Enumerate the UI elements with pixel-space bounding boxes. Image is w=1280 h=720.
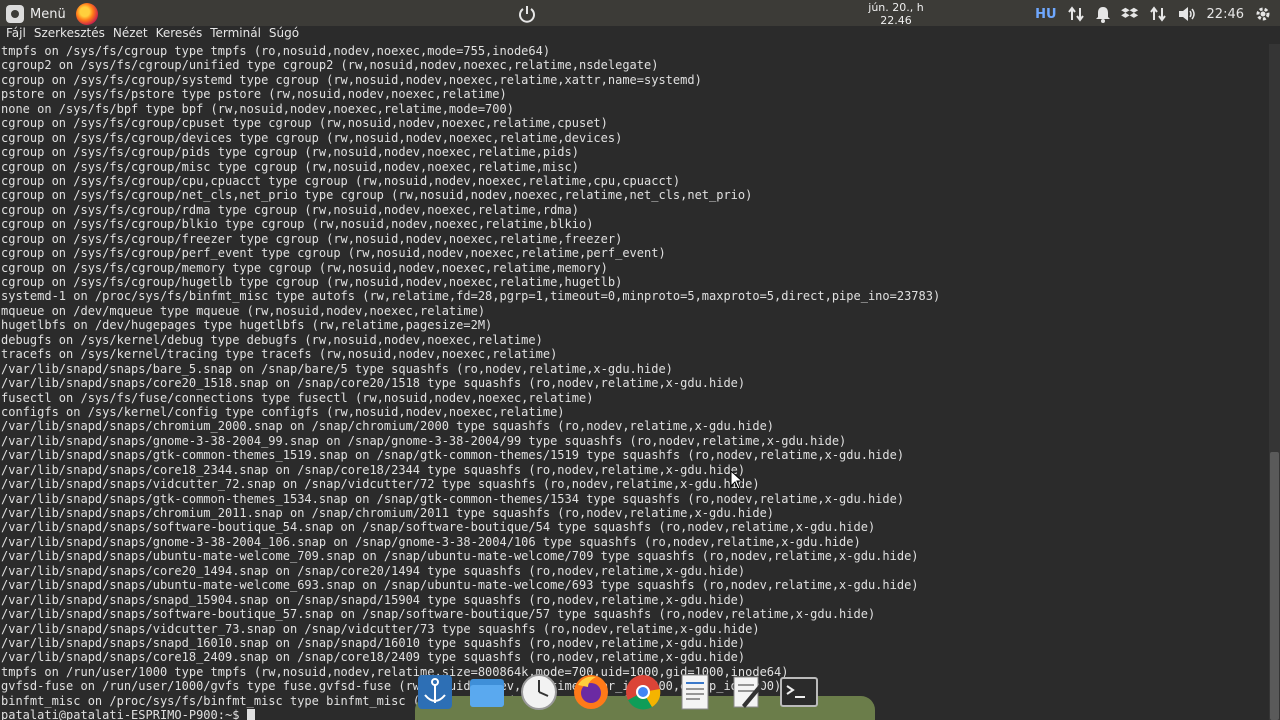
power-icon[interactable] (517, 4, 537, 24)
terminal-output-area[interactable]: tmpfs on /sys/fs/cgroup type tmpfs (ro,n… (0, 44, 1268, 720)
dock (414, 671, 820, 713)
mouse-pointer-icon (730, 470, 744, 490)
terminal-line: /var/lib/snapd/snaps/core18_2409.snap on… (1, 650, 746, 665)
terminal-line: /var/lib/snapd/snaps/software-boutique_5… (1, 607, 876, 622)
pen-icon[interactable] (726, 671, 768, 713)
notifications-bell-icon[interactable] (1095, 5, 1111, 23)
terminal-line: cgroup on /sys/fs/cgroup/cpuset type cgr… (1, 116, 608, 131)
menu-search[interactable]: Keresés (156, 26, 203, 42)
terminal-line: cgroup on /sys/fs/cgroup/freezer type cg… (1, 231, 623, 246)
menu-help[interactable]: Súgó (269, 26, 299, 42)
terminal-line: mqueue on /dev/mqueue type mqueue (rw,no… (1, 303, 486, 318)
menu-label: Menü (30, 6, 66, 22)
terminal-line: cgroup on /sys/fs/cgroup/misc type cgrou… (1, 159, 579, 174)
system-tray: HU 22:46 (1035, 0, 1272, 28)
terminal-line: /var/lib/snapd/snaps/snapd_16010.snap on… (1, 635, 746, 650)
menu-terminal[interactable]: Terminál (210, 26, 261, 42)
terminal-line: cgroup on /sys/fs/cgroup/hugetlb type cg… (1, 275, 623, 289)
terminal-line: /var/lib/snapd/snaps/vidcutter_72.snap o… (1, 477, 760, 492)
files-icon[interactable] (466, 671, 508, 713)
terminal-line: /var/lib/snapd/snaps/gtk-common-themes_1… (1, 448, 905, 463)
terminal-line: /var/lib/snapd/snaps/chromium_2011.snap … (1, 506, 775, 520)
dropbox-icon[interactable] (1120, 5, 1139, 23)
terminal-line: /var/lib/snapd/snaps/vidcutter_73.snap o… (1, 621, 760, 636)
terminal-line: /var/lib/snapd/snaps/gtk-common-themes_1… (1, 491, 905, 506)
volume-icon[interactable] (1177, 5, 1197, 23)
anchor-icon[interactable] (414, 671, 456, 713)
terminal-line: hugetlbfs on /dev/hugepages type hugetlb… (1, 318, 493, 333)
terminal-line: cgroup on /sys/fs/cgroup/rdma type cgrou… (1, 202, 579, 217)
terminal-line: /var/lib/snapd/snaps/software-boutique_5… (1, 520, 876, 535)
terminal-line: systemd-1 on /proc/sys/fs/binfmt_misc ty… (1, 289, 941, 304)
terminal-lines: tmpfs on /sys/fs/cgroup type tmpfs (ro,n… (1, 44, 940, 720)
menu-file[interactable]: Fájl (6, 26, 26, 42)
terminal-line: cgroup on /sys/fs/cgroup/perf_event type… (1, 246, 666, 261)
terminal-line: fusectl on /sys/fs/fuse/connections type… (1, 390, 594, 405)
scrollbar-thumb[interactable] (1270, 452, 1279, 720)
terminal-scrollbar[interactable] (1269, 44, 1280, 720)
update-arrows-icon[interactable] (1149, 5, 1167, 23)
terminal-line: cgroup on /sys/fs/cgroup/memory type cgr… (1, 260, 608, 275)
text-editor-icon[interactable] (674, 671, 716, 713)
terminal-line: /var/lib/snapd/snaps/ubuntu-mate-welcome… (1, 549, 919, 564)
terminal-line: /var/lib/snapd/snaps/ubuntu-mate-welcome… (1, 578, 919, 593)
terminal-line: /var/lib/snapd/snaps/core18_2344.snap on… (1, 462, 746, 477)
menu-edit[interactable]: Szerkesztés (34, 26, 105, 42)
terminal-line: cgroup on /sys/fs/cgroup/devices type cg… (1, 130, 623, 145)
terminal-line: /var/lib/snapd/snaps/gnome-3-38-2004_99.… (1, 433, 847, 448)
firefox-launcher-icon[interactable] (75, 3, 98, 25)
terminal-line: /var/lib/snapd/snaps/gnome-3-38-2004_106… (1, 534, 861, 549)
terminal-line: cgroup on /sys/fs/cgroup/blkio type cgro… (1, 217, 594, 232)
chrome-icon[interactable] (622, 671, 664, 713)
shell-prompt: patalati@patalati-ESPRIMO-P900:~$ (1, 708, 247, 720)
keyboard-layout-indicator[interactable]: HU (1035, 7, 1056, 22)
terminal-line: tmpfs on /sys/fs/cgroup type tmpfs (ro,n… (1, 44, 551, 58)
terminal-line: pstore on /sys/fs/pstore type pstore (rw… (1, 87, 507, 102)
terminal-line: cgroup2 on /sys/fs/cgroup/unified type c… (1, 58, 659, 73)
terminal-line: tracefs on /sys/kernel/tracing type trac… (1, 347, 558, 362)
terminal-menubar: Fájl Szerkesztés Nézet Keresés Terminál … (0, 26, 1280, 42)
text-cursor (246, 708, 255, 720)
terminal-line: none on /sys/fs/bpf type bpf (rw,nosuid,… (1, 101, 514, 116)
gear-icon[interactable] (1254, 5, 1272, 23)
terminal-line: /var/lib/snapd/snaps/snapd_15904.snap on… (1, 592, 746, 607)
terminal-line: configfs on /sys/kernel/config type conf… (1, 404, 565, 419)
main-menu-button[interactable]: Menü (0, 0, 66, 28)
mint-logo-icon (6, 5, 24, 23)
terminal-line: /var/lib/snapd/snaps/core20_1518.snap on… (1, 376, 746, 391)
top-panel: Menü jún. 20., h 22.46 HU 22:46 (0, 0, 1280, 28)
terminal-icon[interactable] (778, 671, 820, 713)
terminal-line: /var/lib/snapd/snaps/core20_1494.snap on… (1, 563, 746, 578)
terminal-line: /var/lib/snapd/snaps/bare_5.snap on /sna… (1, 361, 673, 376)
terminal-line: cgroup on /sys/fs/cgroup/pids type cgrou… (1, 145, 579, 160)
terminal-line: cgroup on /sys/fs/cgroup/net_cls,net_pri… (1, 188, 753, 203)
date-text: jún. 20., h (868, 1, 924, 14)
firefox-icon[interactable] (570, 671, 612, 713)
clock-icon[interactable] (518, 671, 560, 713)
terminal-line: cgroup on /sys/fs/cgroup/systemd type cg… (1, 72, 702, 87)
clock-right[interactable]: 22:46 (1207, 7, 1244, 22)
terminal-line: /var/lib/snapd/snaps/chromium_2000.snap … (1, 419, 775, 434)
menu-view[interactable]: Nézet (113, 26, 148, 42)
network-icon[interactable] (1067, 5, 1085, 23)
terminal-line: debugfs on /sys/kernel/debug type debugf… (1, 332, 543, 347)
date-time-display[interactable]: jún. 20., h 22.46 (858, 1, 934, 27)
terminal-line: cgroup on /sys/fs/cgroup/cpu,cpuacct typ… (1, 173, 681, 188)
